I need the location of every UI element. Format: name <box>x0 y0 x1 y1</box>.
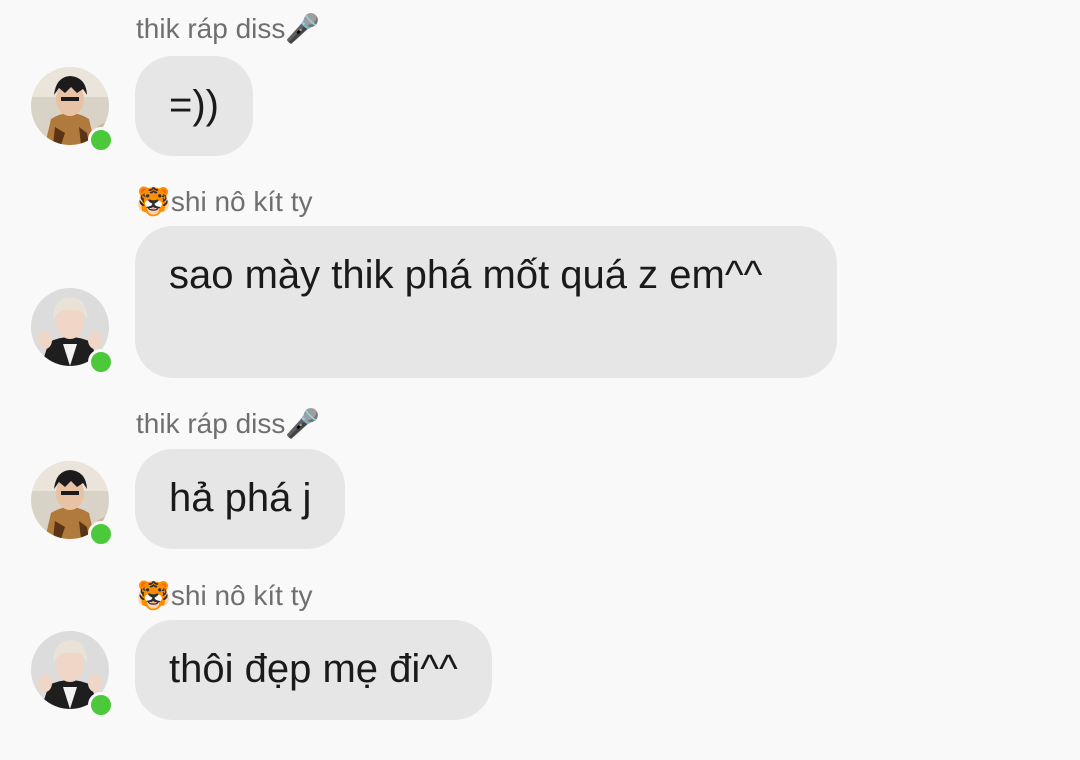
sender-name: thik ráp diss🎤 <box>136 12 320 46</box>
sender-name: thik ráp diss🎤 <box>136 407 320 441</box>
sender-label: shi nô kít ty <box>170 186 313 217</box>
sender-name: 🐯shi nô kít ty <box>136 185 313 219</box>
online-status-indicator <box>88 349 114 375</box>
sender-label: shi nô kít ty <box>170 580 313 611</box>
tiger-icon: 🐯 <box>136 185 171 218</box>
chat-thread: thik ráp diss🎤 =)) 🐯shi nô kít ty sao mà… <box>0 0 1080 760</box>
message-bubble[interactable]: sao mày thik phá mốt quá z em^^ <box>135 226 837 378</box>
microphone-icon: 🎤 <box>285 407 321 440</box>
online-status-indicator <box>88 521 114 547</box>
message-bubble[interactable]: thôi đẹp mẹ đi^^ <box>135 620 492 720</box>
message-text: =)) <box>169 83 219 127</box>
message-text: thôi đẹp mẹ đi^^ <box>169 647 458 691</box>
message-text: sao mày thik phá mốt quá z em^^ <box>169 253 763 297</box>
sender-label: thik ráp diss <box>136 13 286 44</box>
sender-name: 🐯shi nô kít ty <box>136 579 313 613</box>
online-status-indicator <box>88 127 114 153</box>
online-status-indicator <box>88 692 114 718</box>
sender-label: thik ráp diss <box>136 408 286 439</box>
message-bubble[interactable]: =)) <box>135 56 253 156</box>
tiger-icon: 🐯 <box>136 579 171 612</box>
microphone-icon: 🎤 <box>285 12 321 45</box>
message-bubble[interactable]: hả phá j <box>135 449 346 549</box>
message-text: hả phá j <box>169 476 312 520</box>
